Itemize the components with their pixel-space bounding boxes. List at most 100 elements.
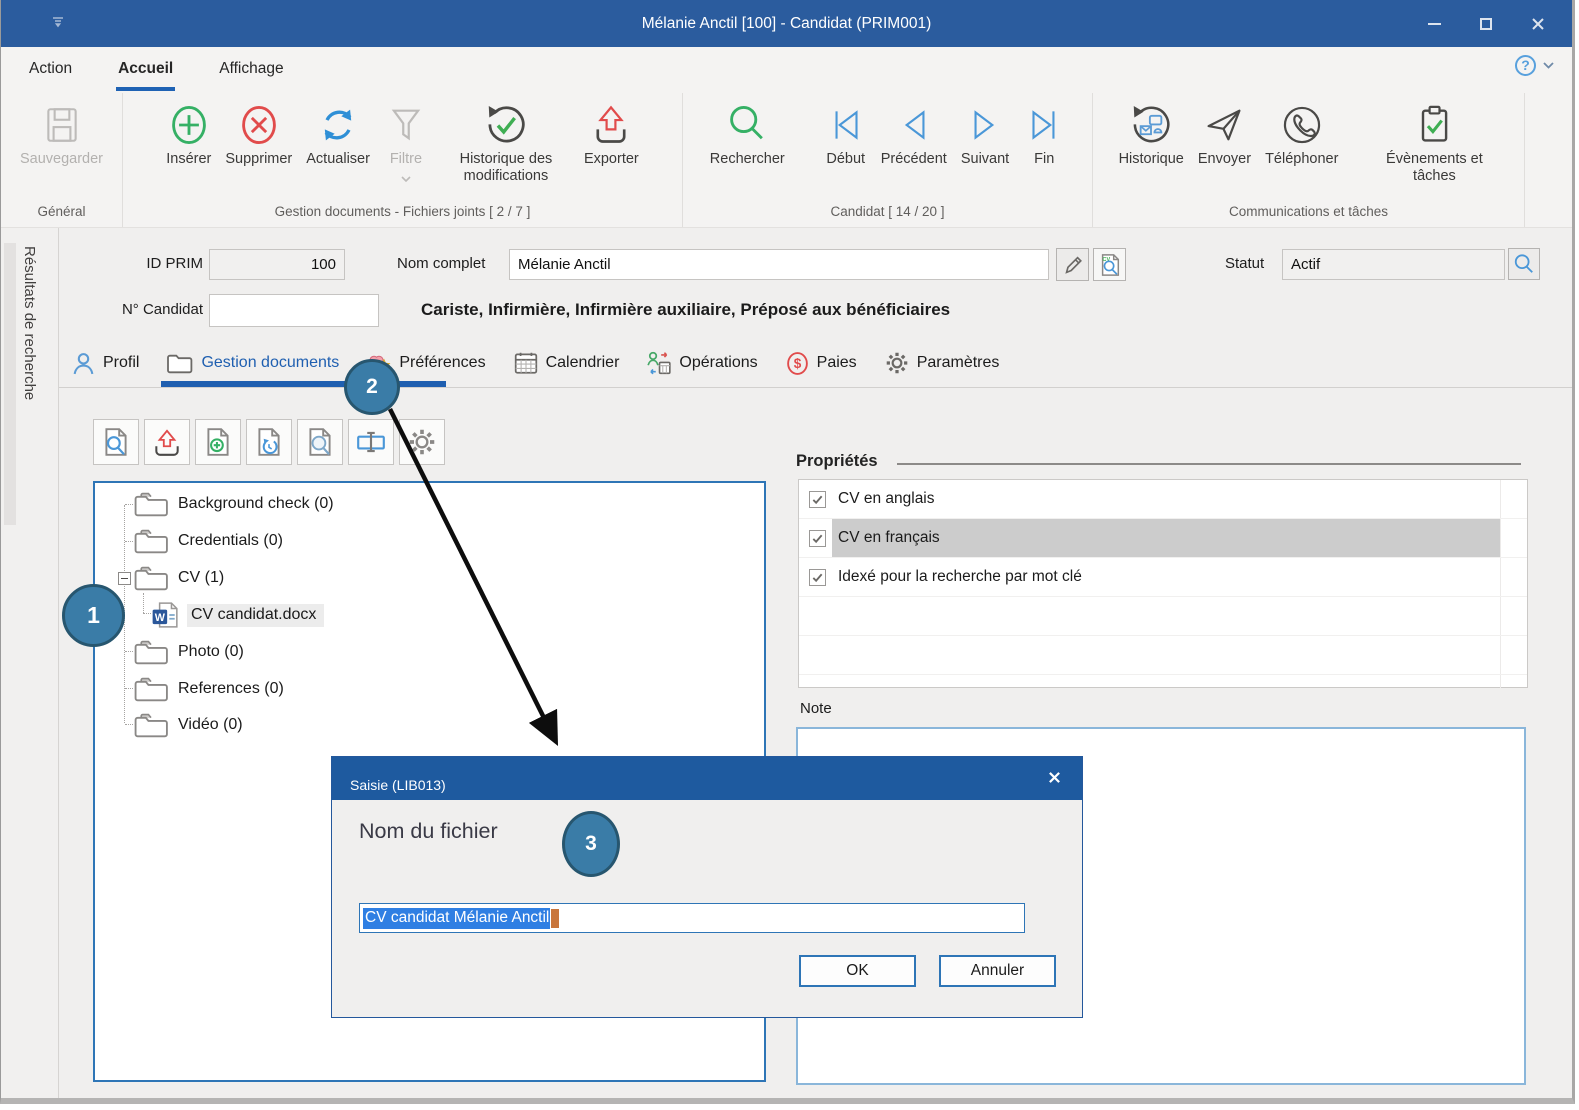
document-history-button[interactable] xyxy=(246,419,292,465)
calendar-icon xyxy=(513,350,539,376)
send-button[interactable]: Envoyer xyxy=(1191,97,1258,168)
tab-profil[interactable]: Profil xyxy=(71,351,139,376)
ribbon-group-communications: Historique Envoyer xyxy=(1093,93,1525,227)
refresh-button[interactable]: Actualiser xyxy=(299,97,377,168)
save-button[interactable]: Sauvegarder xyxy=(13,97,110,168)
cv-preview-button[interactable]: CV xyxy=(1093,248,1126,281)
ribbon-group-label: Général xyxy=(1,204,122,227)
rename-icon xyxy=(355,426,387,458)
tree-item-photo[interactable]: Photo (0) xyxy=(133,637,244,667)
menu-action[interactable]: Action xyxy=(29,47,72,93)
nav-previous-button[interactable]: Précédent xyxy=(874,97,954,168)
document-search-icon: CV xyxy=(1098,253,1122,277)
edit-name-button[interactable] xyxy=(1056,248,1089,281)
tab-paies[interactable]: $ Paies xyxy=(785,351,857,376)
ribbon-group-label: Communications et tâches xyxy=(1093,204,1524,227)
tree-item-credentials[interactable]: Credentials (0) xyxy=(133,526,283,556)
nav-next-button[interactable]: Suivant xyxy=(954,97,1016,168)
chevron-down-icon[interactable] xyxy=(1543,62,1554,69)
document-add-icon xyxy=(202,426,234,458)
ribbon-group-label: Candidat [ 14 / 20 ] xyxy=(683,204,1092,227)
ribbon-group-gestion-documents: Insérer Supprimer xyxy=(123,93,683,227)
folder-icon xyxy=(133,490,170,518)
insert-button[interactable]: Insérer xyxy=(159,97,218,168)
folder-icon xyxy=(133,638,170,666)
checkbox-checked-icon[interactable] xyxy=(809,569,826,586)
events-tasks-button[interactable]: Évènements et tâches xyxy=(1363,97,1505,184)
nom-complet-field[interactable]: Mélanie Anctil xyxy=(509,249,1049,280)
menu-affichage[interactable]: Affichage xyxy=(219,47,283,93)
checkbox-checked-icon[interactable] xyxy=(809,530,826,547)
step-badge-2: 2 xyxy=(344,359,400,415)
tab-parametres[interactable]: Paramètres xyxy=(884,350,1000,376)
application-window: Mélanie Anctil [100] - Candidat (PRIM001… xyxy=(0,0,1575,1104)
send-icon xyxy=(1202,99,1246,151)
property-row-cv-francais[interactable]: CV en français xyxy=(799,519,1527,558)
tree-item-background-check[interactable]: Background check (0) xyxy=(133,489,334,519)
add-document-button[interactable] xyxy=(195,419,241,465)
document-preview-icon xyxy=(304,426,336,458)
nav-last-button[interactable]: Fin xyxy=(1016,97,1072,168)
magnifier-icon xyxy=(1513,253,1535,275)
dialog-close-button[interactable] xyxy=(1044,767,1064,787)
preview-document-button[interactable] xyxy=(297,419,343,465)
title-bar: Mélanie Anctil [100] - Candidat (PRIM001… xyxy=(1,0,1572,47)
sidebar-grip[interactable] xyxy=(4,243,16,525)
filename-label: Nom du fichier xyxy=(359,819,498,844)
maximize-button[interactable] xyxy=(1460,0,1512,47)
note-label: Note xyxy=(800,700,832,717)
statut-search-button[interactable] xyxy=(1508,248,1540,280)
checkbox-checked-icon[interactable] xyxy=(809,491,826,508)
menu-accueil[interactable]: Accueil xyxy=(118,47,173,93)
save-icon xyxy=(41,99,83,151)
folder-icon xyxy=(133,711,170,739)
cancel-button[interactable]: Annuler xyxy=(939,955,1056,987)
delete-icon xyxy=(237,99,281,151)
properties-list: CV en anglais CV en français Idexé pour … xyxy=(798,479,1528,688)
phone-button[interactable]: Téléphoner xyxy=(1258,97,1345,168)
dialog-title: Saisie (LIB013) xyxy=(350,777,446,793)
ok-button[interactable]: OK xyxy=(799,955,916,987)
tree-item-cv-file[interactable]: W CV candidat.docx xyxy=(151,600,324,630)
id-prim-label: ID PRIM xyxy=(117,255,203,272)
pencil-icon xyxy=(1062,254,1084,276)
tab-operations[interactable]: Opérations xyxy=(646,350,757,376)
tree-collapse-toggle[interactable] xyxy=(118,572,131,585)
step-badge-1: 1 xyxy=(62,584,125,647)
person-calendar-icon xyxy=(646,350,672,376)
delete-button[interactable]: Supprimer xyxy=(218,97,299,168)
saisie-dialog: Saisie (LIB013) Nom du fichier CV candid… xyxy=(331,756,1083,1018)
export-icon xyxy=(589,99,633,151)
svg-text:$: $ xyxy=(793,356,801,371)
document-settings-button[interactable] xyxy=(399,419,445,465)
filter-button[interactable]: Filtre xyxy=(377,97,435,185)
tree-item-video[interactable]: Vidéo (0) xyxy=(133,710,243,740)
nav-first-button[interactable]: Début xyxy=(818,97,874,168)
tab-gestion-documents[interactable]: Gestion documents xyxy=(166,351,339,375)
property-row-cv-anglais[interactable]: CV en anglais xyxy=(799,480,1527,519)
tab-calendrier[interactable]: Calendrier xyxy=(513,350,620,376)
open-document-button[interactable] xyxy=(93,419,139,465)
tree-item-references[interactable]: References (0) xyxy=(133,674,284,704)
menu-bar: Action Accueil Affichage ? xyxy=(1,47,1572,93)
upload-document-button[interactable] xyxy=(144,419,190,465)
minimize-button[interactable] xyxy=(1408,0,1460,47)
filename-input[interactable]: CV candidat Mélanie Anctil xyxy=(359,903,1025,933)
search-button[interactable]: Rechercher xyxy=(703,97,792,168)
nav-first-icon xyxy=(825,99,867,151)
help-icon[interactable]: ? xyxy=(1515,55,1536,76)
search-icon xyxy=(725,99,769,151)
no-candidat-input[interactable] xyxy=(209,294,379,327)
ribbon-group-candidat: Rechercher Début P xyxy=(683,93,1093,227)
rename-document-button[interactable] xyxy=(348,419,394,465)
text-caret xyxy=(551,909,559,928)
comm-history-icon xyxy=(1128,99,1174,151)
tree-item-cv[interactable]: CV (1) xyxy=(133,563,224,593)
close-button[interactable] xyxy=(1512,0,1564,47)
comm-history-button[interactable]: Historique xyxy=(1112,97,1191,168)
export-button[interactable]: Exporter xyxy=(577,97,646,168)
property-row-indexe[interactable]: Idexé pour la recherche par mot clé xyxy=(799,558,1527,597)
sidebar-tab-resultats[interactable]: Résultats de recherche xyxy=(21,246,38,400)
ribbon: Sauvegarder Général Insérer xyxy=(1,93,1572,228)
modification-history-button[interactable]: Historique des modifications xyxy=(435,97,577,184)
